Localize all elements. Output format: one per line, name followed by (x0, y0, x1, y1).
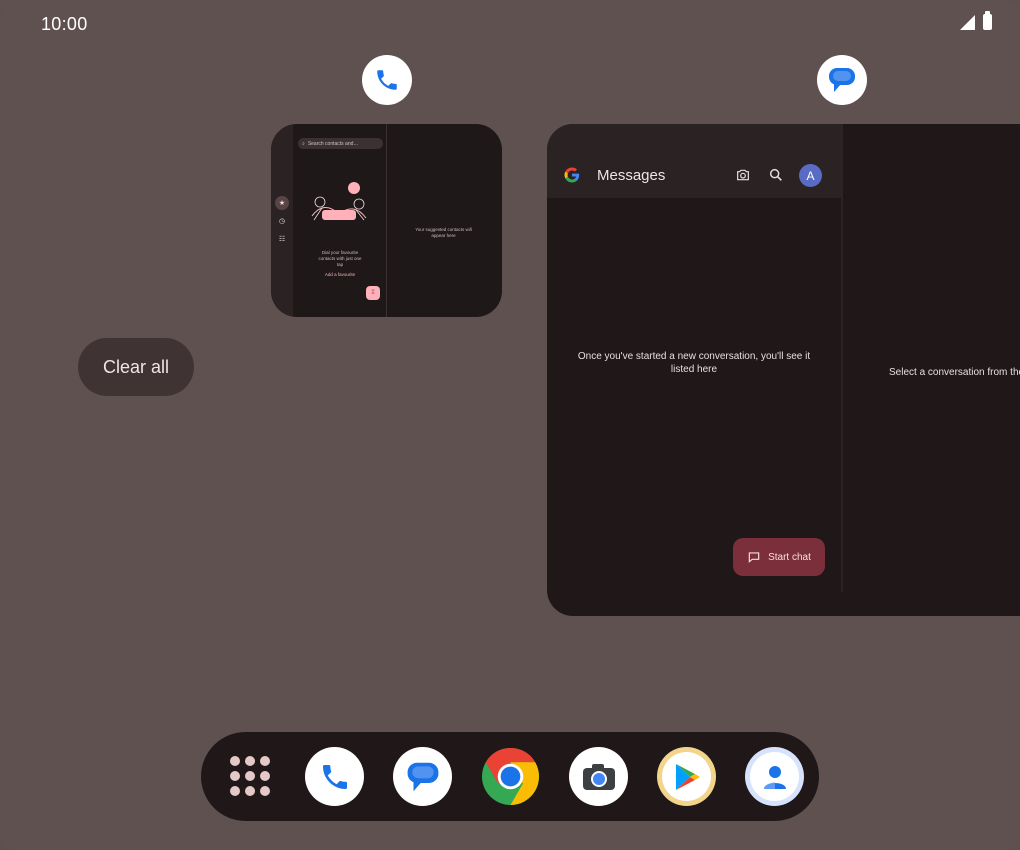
camera-icon (582, 763, 615, 790)
contacts-icon (763, 765, 786, 789)
phone-divider (386, 124, 387, 317)
phone-nav-rail: ★ ◷ ☷ (271, 124, 293, 317)
dock-phone-app[interactable] (305, 747, 364, 806)
phone-search-placeholder: Search contacts and… (307, 140, 359, 147)
contacts-icon[interactable]: ☷ (275, 232, 289, 246)
messages-divider (841, 124, 843, 592)
phone-empty-text: Dial your favourite contacts with just o… (318, 250, 362, 267)
phone-task-card[interactable]: ★ ◷ ☷ ⌕ Search contacts and… Dial your f… (271, 124, 502, 317)
start-chat-label: Start chat (768, 551, 811, 563)
messages-app-icon[interactable] (817, 55, 867, 105)
play-store-icon (675, 763, 700, 790)
start-chat-button[interactable]: Start chat (733, 538, 825, 576)
dock-camera-app[interactable] (569, 747, 628, 806)
chrome-icon (481, 747, 540, 806)
favourites-icon[interactable]: ★ (275, 196, 289, 210)
clear-all-button[interactable]: Clear all (78, 338, 194, 396)
phone-icon (322, 764, 347, 789)
account-avatar[interactable]: A (799, 164, 822, 187)
messages-icon (829, 68, 855, 92)
messages-top-bar (547, 124, 841, 198)
chat-bubble-icon (748, 552, 760, 563)
phone-app-icon[interactable] (362, 55, 412, 105)
dialpad-button[interactable]: ⁞⁞ (366, 286, 380, 300)
search-icon[interactable] (768, 167, 784, 183)
app-drawer-icon[interactable] (230, 756, 270, 796)
camera-icon[interactable] (735, 167, 751, 183)
messages-empty-text: Once you've started a new conversation, … (577, 351, 811, 375)
google-logo-icon (564, 167, 580, 183)
recents-screen: 10:00 Clear all ★ ◷ ☷ ⌕ Search contacts … (0, 0, 1020, 850)
messages-title: Messages (597, 167, 666, 184)
dock-contacts-app[interactable] (745, 747, 804, 806)
status-time: 10:00 (41, 14, 88, 34)
signal-icon (960, 14, 975, 30)
favourites-illustration (311, 182, 367, 221)
dock-play-store-app[interactable] (657, 747, 716, 806)
dock-messages-app[interactable] (393, 747, 452, 806)
phone-icon (377, 70, 397, 90)
recents-icon[interactable]: ◷ (275, 214, 289, 228)
phone-suggestion-text: Your suggested contacts will appear here (415, 227, 472, 238)
select-conversation-text: Select a conversation from the list (889, 367, 1020, 378)
add-favourite-link[interactable]: Add a favourite (318, 272, 362, 277)
messages-task-card[interactable]: Messages A Once you've started a new con… (547, 124, 1020, 616)
messages-icon (407, 762, 438, 791)
search-icon: ⌕ (302, 140, 305, 147)
taskbar-dock (201, 732, 819, 821)
status-icons (960, 11, 992, 30)
dock-chrome-app[interactable] (481, 747, 540, 806)
phone-search-bar[interactable]: ⌕ Search contacts and… (298, 138, 383, 149)
battery-icon (983, 11, 992, 30)
